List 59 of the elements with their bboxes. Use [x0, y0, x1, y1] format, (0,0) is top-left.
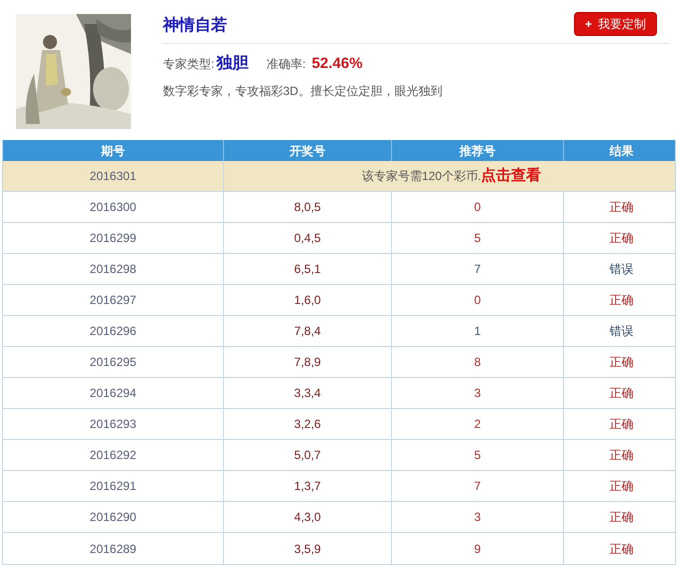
table-cell: 2016296 — [3, 316, 224, 346]
table-cell-text: 正确 — [608, 478, 634, 495]
table-cell: 0 — [392, 285, 564, 315]
table-cell: 8 — [392, 347, 564, 377]
table-cell: 7 — [392, 471, 564, 501]
table-cell: 9 — [392, 533, 564, 564]
table-cell: 2 — [392, 409, 564, 439]
table-cell-text: 正确 — [608, 354, 634, 371]
table-cell: 0 — [392, 192, 564, 222]
table-cell: 2016301 — [3, 161, 224, 191]
table-cell: 3 — [392, 502, 564, 532]
table-cell: 7,8,4 — [224, 316, 392, 346]
table-cell: 3,5,9 — [224, 533, 392, 564]
table-cell-text: 正确 — [608, 292, 634, 309]
accuracy-label: 准确率: — [266, 56, 306, 73]
table-cell: 2016291 — [3, 471, 224, 501]
table-cell: 4,3,0 — [224, 502, 392, 532]
table-cell: 0,4,5 — [224, 223, 392, 253]
type-value: 独胆 — [216, 54, 248, 74]
table-cell-text: 正确 — [608, 509, 634, 526]
table-cell: 2016290 — [3, 502, 224, 532]
table-cell: 2016298 — [3, 254, 224, 284]
expert-description: 数字彩专家，专攻福彩3D。擅长定位定胆，眼光独到 — [163, 83, 444, 100]
table-cell: 2016289 — [3, 533, 224, 564]
table-cell: 1,6,0 — [224, 285, 392, 315]
table-cell: 2016299 — [3, 223, 224, 253]
table-cell: 3,3,4 — [224, 378, 392, 408]
view-link[interactable]: 点击查看 — [481, 164, 542, 188]
type-label: 专家类型: — [163, 56, 214, 73]
table-cell-text: 正确 — [608, 447, 634, 464]
table-cell-text: 正确 — [608, 540, 634, 558]
column-header: 结果 — [608, 142, 634, 160]
table-cell: 5 — [392, 440, 564, 470]
expert-name: 神情自若 — [163, 15, 227, 36]
table-cell-text: 正确 — [608, 199, 634, 216]
table-cell: 5 — [392, 223, 564, 253]
table-cell: 1,3,7 — [224, 471, 392, 501]
accuracy-value: 52.46% — [312, 54, 363, 74]
table-cell: 6,5,1 — [224, 254, 392, 284]
table-cell-text: 错误 — [608, 261, 634, 278]
table-cell-text: 正确 — [608, 416, 634, 433]
table-cell: 8,0,5 — [224, 192, 392, 222]
table-cell-text: 正确 — [608, 385, 634, 402]
table-cell: 7 — [392, 254, 564, 284]
table-cell-text: 错误 — [608, 323, 634, 340]
table-cell: 2016295 — [3, 347, 224, 377]
table-cell: 7,8,9 — [224, 347, 392, 377]
table-cell: 5,0,7 — [224, 440, 392, 470]
notice-text: 该专家号需120个彩币. — [362, 168, 482, 185]
table-cell: 2016300 — [3, 192, 224, 222]
table-cell: 3,2,6 — [224, 409, 392, 439]
table-cell: 2016292 — [3, 440, 224, 470]
table-cell: 2016294 — [3, 378, 224, 408]
table-cell: 2016297 — [3, 285, 224, 315]
table-cell-text: 正确 — [608, 230, 634, 247]
table-cell: 3 — [392, 378, 564, 408]
customize-button[interactable]: + 我要定制 — [574, 12, 657, 36]
table-cell: 2016293 — [3, 409, 224, 439]
table-cell: 1 — [392, 316, 564, 346]
